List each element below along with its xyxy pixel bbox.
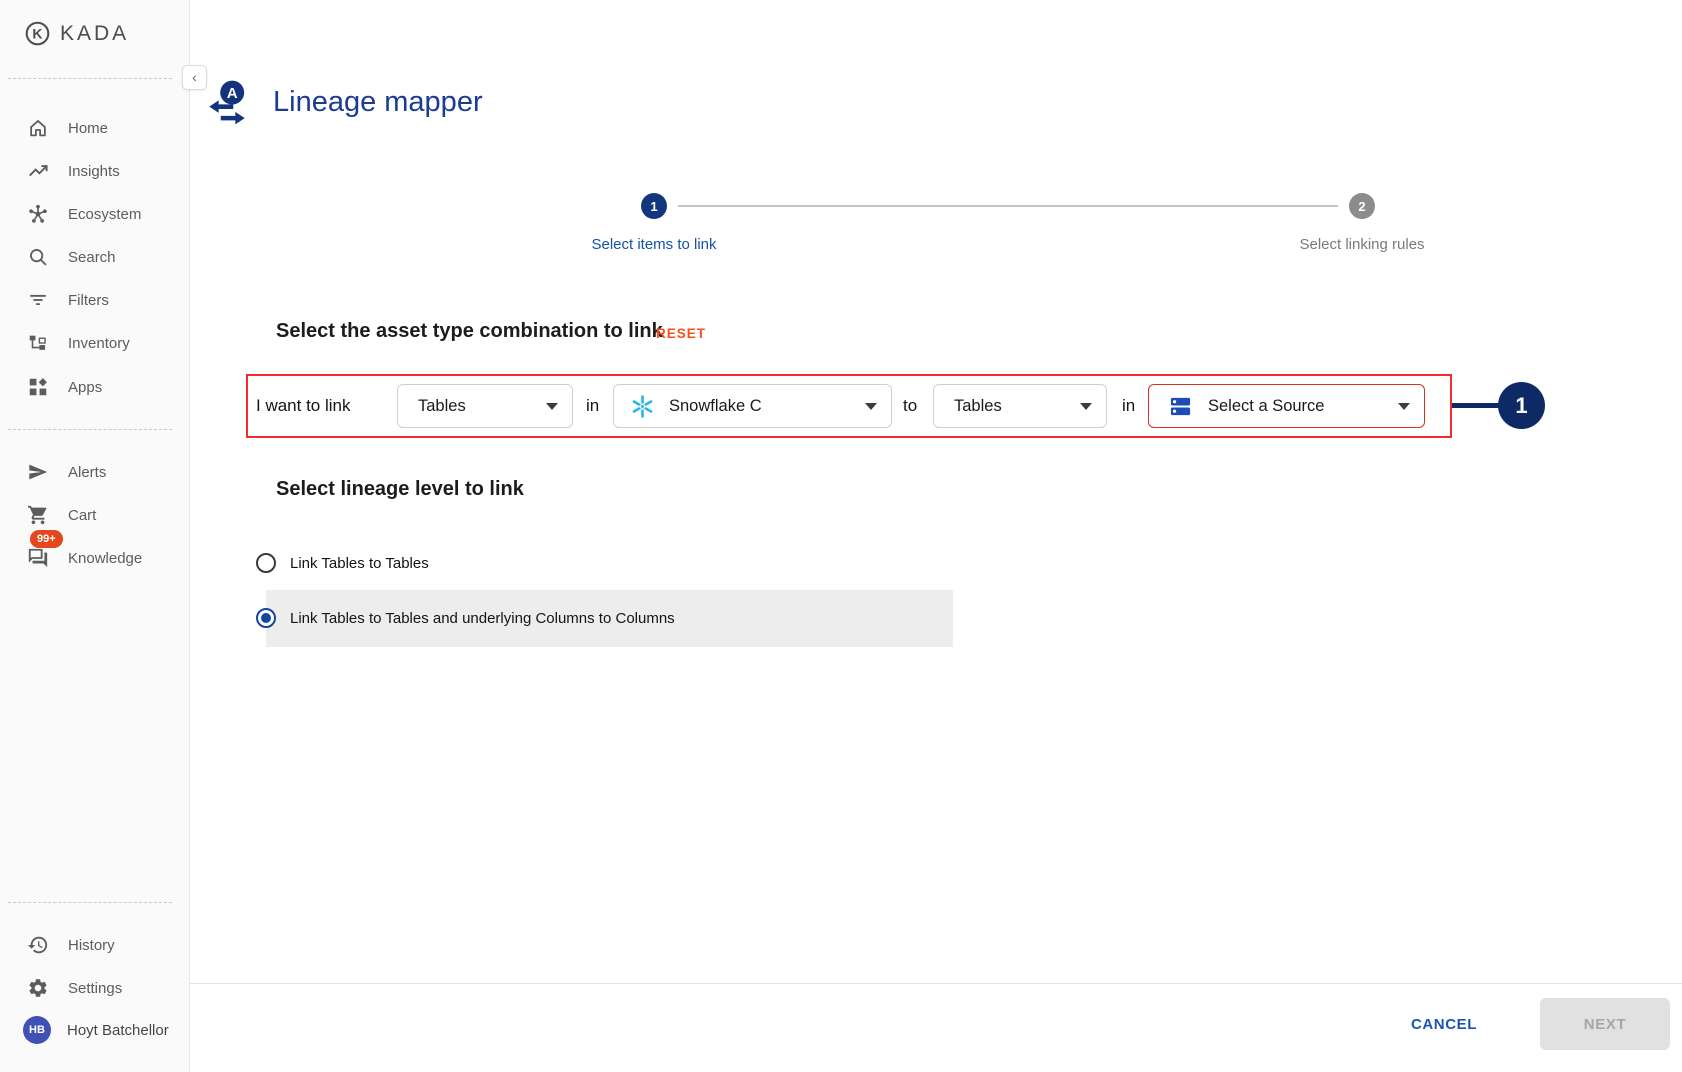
target-asset-type-select[interactable]: Tables — [933, 384, 1107, 428]
svg-text:K: K — [32, 25, 43, 41]
sidebar: K KADA Home Insights Ecosystem Search Fi… — [0, 0, 190, 1072]
sidebar-item-label: Apps — [68, 379, 102, 396]
step-2-circle: 2 — [1349, 193, 1375, 219]
gear-icon — [27, 977, 49, 999]
sidebar-item-label: History — [68, 937, 115, 954]
widgets-icon — [27, 376, 49, 398]
chevron-down-icon — [1398, 403, 1410, 410]
sidebar-item-label: Settings — [68, 980, 122, 997]
sidebar-item-home[interactable]: Home — [0, 108, 190, 148]
phrase-in-1: in — [586, 374, 599, 438]
lineage-swap-a-icon: A — [202, 78, 252, 128]
chevron-down-icon — [1080, 403, 1092, 410]
sidebar-item-ecosystem[interactable]: Ecosystem — [0, 194, 190, 234]
send-icon — [27, 461, 49, 483]
cart-icon — [27, 504, 49, 526]
asset-section-heading: Select the asset type combination to lin… — [276, 320, 663, 343]
sidebar-item-filters[interactable]: Filters — [0, 280, 190, 320]
annotation-connector — [1452, 403, 1500, 408]
sidebar-item-search[interactable]: Search — [0, 237, 190, 277]
step-2-label: Select linking rules — [1212, 236, 1512, 253]
select-value: Select a Source — [1208, 397, 1324, 416]
sidebar-divider-middle — [8, 429, 172, 430]
user-name: Hoyt Batchellor — [67, 1022, 169, 1039]
sidebar-item-label: Cart — [68, 507, 96, 524]
select-value: Tables — [418, 397, 466, 416]
target-source-select[interactable]: Select a Source — [1148, 384, 1425, 428]
radio-checked-icon[interactable] — [256, 608, 276, 628]
sidebar-item-apps[interactable]: Apps — [0, 367, 190, 407]
step-1-label: Select items to link — [504, 236, 804, 253]
radio-option-tables-and-columns[interactable]: Link Tables to Tables and underlying Col… — [256, 598, 675, 638]
page-title: Lineage mapper — [273, 86, 483, 119]
sidebar-item-label: Insights — [68, 163, 120, 180]
cancel-button[interactable]: CANCEL — [1398, 1010, 1490, 1040]
sidebar-item-label: Alerts — [68, 464, 106, 481]
sidebar-item-history[interactable]: History — [0, 925, 190, 965]
radio-option-tables-to-tables[interactable]: Link Tables to Tables — [256, 543, 429, 583]
radio-label: Link Tables to Tables — [290, 555, 429, 572]
avatar: HB — [23, 1016, 51, 1044]
radio-unchecked-icon[interactable] — [256, 553, 276, 573]
phrase-in-2: in — [1122, 374, 1135, 438]
chevron-down-icon — [546, 403, 558, 410]
source-system-select[interactable]: Snowflake C — [613, 384, 892, 428]
sidebar-item-label: Filters — [68, 292, 109, 309]
source-dns-icon — [1169, 395, 1192, 418]
hub-icon — [27, 203, 49, 225]
sidebar-item-label: Ecosystem — [68, 206, 141, 223]
logo-text: KADA — [60, 22, 129, 46]
sidebar-item-label: Knowledge — [68, 550, 142, 567]
search-icon — [27, 246, 49, 268]
sidebar-item-label: Search — [68, 249, 116, 266]
filter-icon — [27, 289, 49, 311]
snowflake-icon — [630, 394, 655, 419]
sidebar-item-inventory[interactable]: Inventory — [0, 323, 190, 363]
sidebar-divider-top — [8, 78, 172, 79]
select-value: Tables — [954, 397, 1002, 416]
sidebar-item-label: Home — [68, 120, 108, 137]
chevron-left-icon: ‹ — [192, 69, 197, 85]
sidebar-divider-bottom — [8, 902, 172, 903]
chevron-down-icon — [865, 403, 877, 410]
sidebar-collapse-button[interactable]: ‹ — [182, 65, 207, 90]
source-asset-type-select[interactable]: Tables — [397, 384, 573, 428]
home-icon — [27, 117, 49, 139]
svg-text:A: A — [227, 85, 238, 102]
trending-up-icon — [27, 160, 49, 182]
phrase-lead: I want to link — [256, 374, 351, 438]
sidebar-item-insights[interactable]: Insights — [0, 151, 190, 191]
radio-label: Link Tables to Tables and underlying Col… — [290, 610, 675, 627]
history-icon — [27, 934, 49, 956]
next-button[interactable]: NEXT — [1540, 998, 1670, 1050]
stepper-connector — [678, 205, 1338, 207]
chat-icon — [27, 547, 49, 569]
lineage-section-heading: Select lineage level to link — [276, 478, 524, 501]
phrase-to: to — [903, 374, 917, 438]
sidebar-item-label: Inventory — [68, 335, 130, 352]
kada-k-circle-icon: K — [24, 20, 51, 47]
kada-logo: K KADA — [24, 20, 129, 47]
user-menu[interactable]: HB Hoyt Batchellor — [0, 1010, 190, 1050]
step-1-circle: 1 — [641, 193, 667, 219]
knowledge-badge: 99+ — [30, 530, 63, 548]
sidebar-item-settings[interactable]: Settings — [0, 968, 190, 1008]
sidebar-item-alerts[interactable]: Alerts — [0, 452, 190, 492]
annotation-1-marker: 1 — [1498, 382, 1545, 429]
reset-button[interactable]: RESET — [656, 326, 706, 341]
footer-divider — [190, 983, 1682, 984]
sidebar-item-cart[interactable]: Cart — [0, 495, 190, 535]
schema-icon — [27, 332, 49, 354]
sidebar-item-knowledge[interactable]: Knowledge — [0, 538, 190, 578]
select-value: Snowflake C — [669, 397, 762, 416]
